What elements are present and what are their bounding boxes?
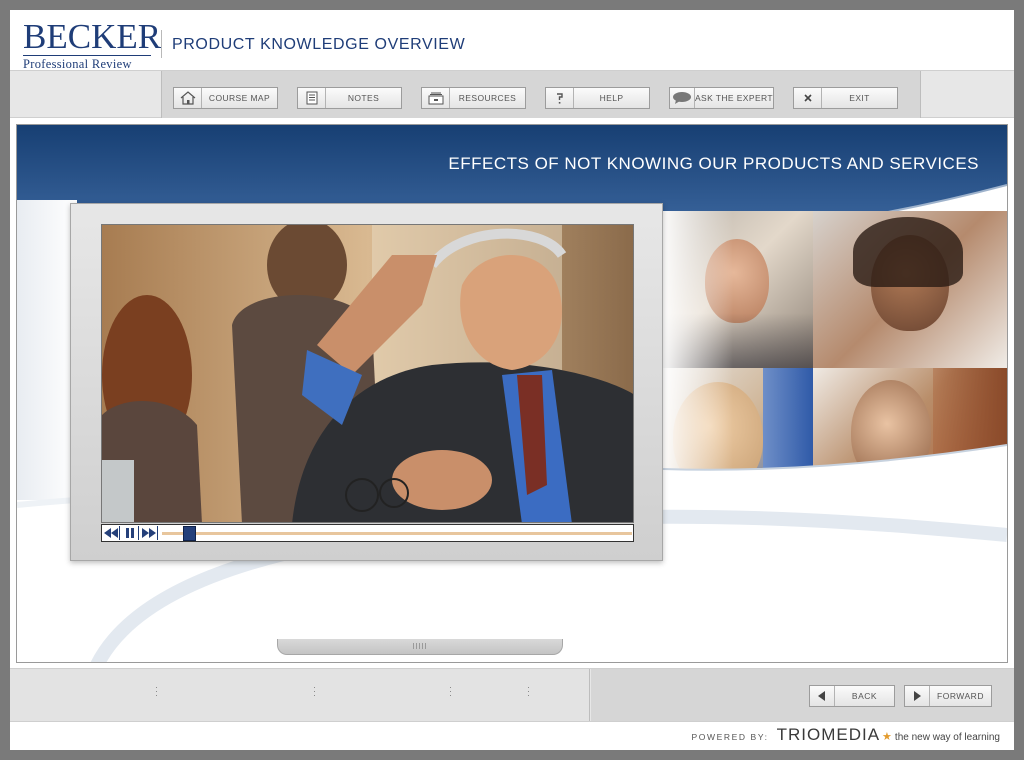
video-controls [101,524,634,542]
divider-dot [450,687,451,699]
lesson-stage: EFFECTS OF NOT KNOWING OUR PRODUCTS AND … [16,124,1008,663]
star-icon: ★ [882,731,892,743]
course-map-button[interactable]: COURSE MAP [173,87,278,109]
divider-dot [156,687,157,699]
logo-rule [23,55,151,56]
video-image-stressed-businessman [102,225,633,522]
video-player [70,203,663,655]
header-separator [161,30,162,58]
pause-button[interactable] [121,526,139,540]
left-arrow-icon [810,686,835,706]
file-drawer-icon [422,88,450,108]
progress-track[interactable] [162,532,632,535]
question-mark-icon [546,88,574,108]
becker-logo: BECKER Professional Review [23,19,163,73]
video-frame[interactable] [101,224,634,523]
rewind-icon [103,528,118,538]
fast-forward-button[interactable] [140,526,158,540]
divider-dot [528,687,529,699]
forward-button[interactable]: FORWARD [904,685,992,707]
footer-nav-area: BACK FORWARD [591,669,1014,721]
exit-button[interactable]: EXIT [793,87,898,109]
help-label: HELP [599,93,624,103]
toolbar-button-area: COURSE MAP NOTES RESOURCES HELP ASK THE … [161,71,921,118]
footer-nav: BACK FORWARD [10,668,1014,722]
notes-label: NOTES [347,93,380,103]
house-icon [174,88,202,108]
monitor-stand [277,639,563,655]
progress-scrubber[interactable] [183,526,197,541]
close-icon [794,88,822,108]
fast-forward-icon [141,528,156,538]
pause-icon [125,528,134,538]
powered-by-label: POWERED BY: [691,732,769,742]
help-button[interactable]: HELP [545,87,650,109]
notes-button[interactable]: NOTES [297,87,402,109]
toolbar: COURSE MAP NOTES RESOURCES HELP ASK THE … [10,70,1014,118]
rewind-button[interactable] [102,526,120,540]
left-portrait-edge [17,200,77,500]
page-title: PRODUCT KNOWLEDGE OVERVIEW [172,36,466,53]
powered-by: POWERED BY: TRIOMEDIA ★ the new way of l… [691,725,1000,745]
back-label: BACK [851,691,878,701]
portrait-collage [663,211,1007,497]
speech-bubble-icon [670,88,695,108]
course-map-label: COURSE MAP [208,93,271,103]
resources-button[interactable]: RESOURCES [421,87,526,109]
back-button[interactable]: BACK [809,685,895,707]
banner-title: EFFECTS OF NOT KNOWING OUR PRODUCTS AND … [448,154,979,173]
document-icon [298,88,326,108]
forward-label: FORWARD [937,691,984,701]
footer-info-area [10,669,590,721]
stand-grip [413,643,427,649]
ask-the-expert-button[interactable]: ASK THE EXPERT [669,87,774,109]
exit-label: EXIT [849,93,870,103]
divider-dot [314,687,315,699]
resources-label: RESOURCES [458,93,517,103]
right-arrow-icon [905,686,930,706]
portrait-curve-overlay [663,444,1007,497]
triomedia-logo: TRIOMEDIA [776,725,881,744]
course-window: BECKER Professional Review PRODUCT KNOWL… [10,10,1014,750]
ask-the-expert-label: ASK THE EXPERT [694,93,773,103]
logo-wordmark: BECKER [23,17,162,56]
powered-by-tagline: the new way of learning [894,732,1000,743]
